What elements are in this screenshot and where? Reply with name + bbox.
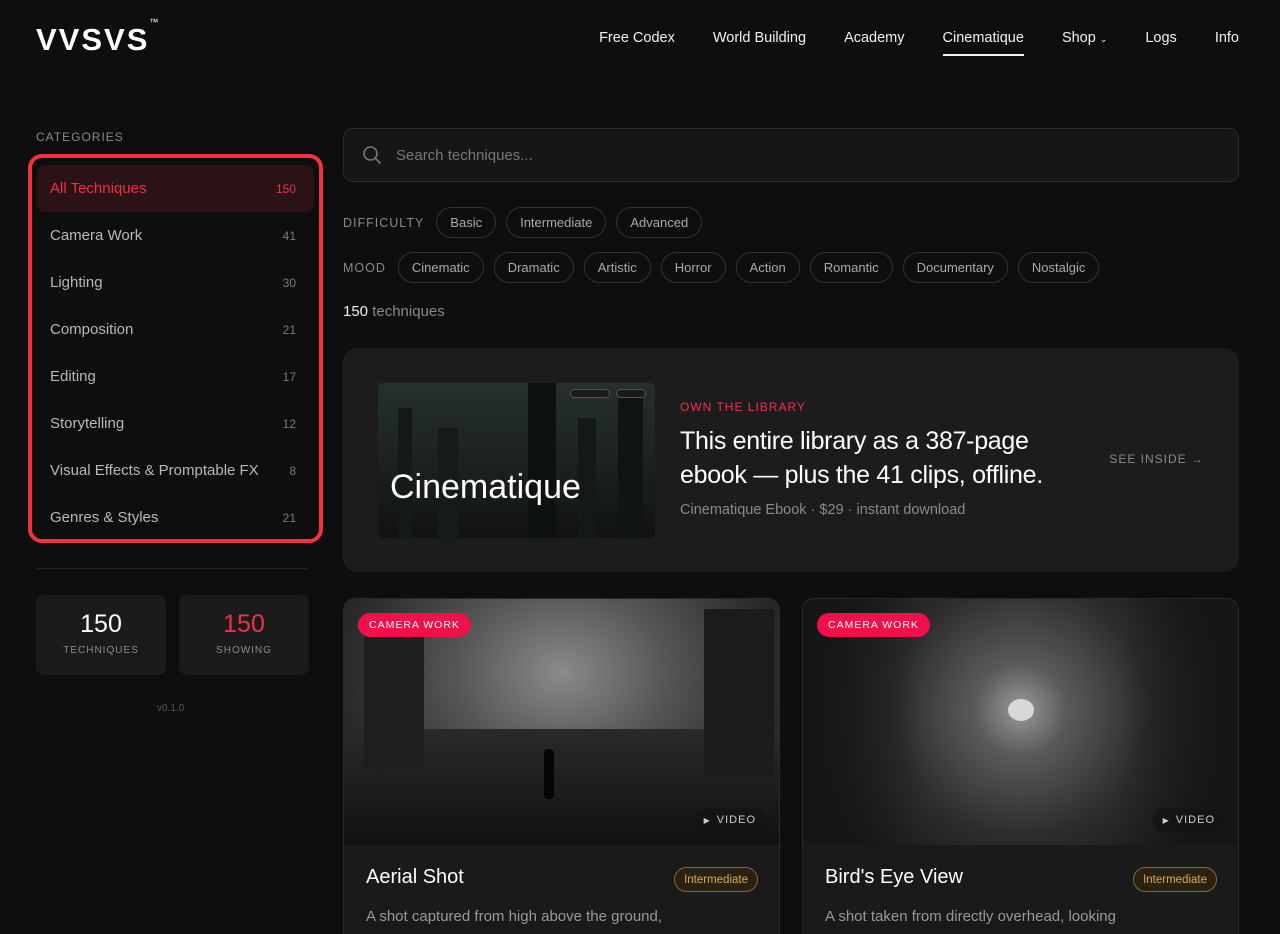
chevron-down-icon: ⌄ [1099,34,1108,44]
results-count: 150 techniques [343,303,445,320]
stat-techniques: 150 TECHNIQUES [36,595,166,675]
category-count: 8 [289,463,296,478]
difficulty-label: DIFFICULTY [343,215,425,230]
category-count: 21 [282,322,296,337]
level-badge: Intermediate [1133,867,1217,892]
category-count: 17 [282,369,296,384]
chip-action[interactable]: Action [735,252,800,283]
cover-pill [570,389,610,398]
category-lighting[interactable]: Lighting 30 [37,259,314,306]
chip-documentary[interactable]: Documentary [902,252,1008,283]
category-badge: CAMERA WORK [817,613,930,637]
ebook-cover-image: Cinematique [378,383,655,538]
chip-romantic[interactable]: Romantic [809,252,893,283]
ebook-cover-title: Cinematique [390,468,581,506]
stat-value: 150 [80,610,122,638]
card-title: Aerial Shot [366,866,464,888]
see-inside-link[interactable]: SEE INSIDE → [1109,452,1204,466]
stat-label: TECHNIQUES [63,645,139,656]
ebook-promo[interactable]: Cinematique OWN THE LIBRARY This entire … [343,348,1239,572]
category-label: Composition [50,321,134,338]
nav-world-building[interactable]: World Building [713,30,806,54]
stat-showing: 150 SHOWING [179,595,309,675]
play-icon: ▶ [1162,815,1170,825]
category-count: 150 [275,181,296,196]
card-title: Bird's Eye View [825,866,963,888]
category-count: 30 [282,275,296,290]
nav-academy[interactable]: Academy [844,30,904,54]
stat-label: SHOWING [216,645,272,656]
play-icon: ▶ [703,815,711,825]
header: VVSVS™ Free Codex World Building Academy… [0,0,1280,80]
nav-shop[interactable]: Shop ⌄ [1062,30,1107,54]
cover-pill [616,389,646,398]
card-description: A shot taken from directly overhead, loo… [825,908,1116,925]
nav-free-codex[interactable]: Free Codex [599,30,675,54]
version-label: v0.1.0 [157,703,185,714]
nav-info[interactable]: Info [1215,30,1239,54]
category-count: 21 [282,510,296,525]
category-label: Storytelling [50,415,125,432]
chip-basic[interactable]: Basic [436,207,497,238]
category-label: Editing [50,368,96,385]
search-icon [363,146,381,164]
technique-card-birds-eye-view[interactable]: CAMERA WORK ▶ VIDEO Bird's Eye View Inter… [802,598,1239,934]
category-all-techniques[interactable]: All Techniques 150 [37,165,314,212]
chip-nostalgic[interactable]: Nostalgic [1017,252,1100,283]
video-tag: ▶ VIDEO [1152,808,1225,832]
category-label: Camera Work [50,227,143,244]
category-count: 12 [282,416,296,431]
categories-heading: CATEGORIES [36,130,124,144]
chip-advanced[interactable]: Advanced [616,207,703,238]
level-badge: Intermediate [674,867,758,892]
nav-logs[interactable]: Logs [1145,30,1176,54]
main-nav: Free Codex World Building Academy Cinema… [599,30,1239,56]
category-list: All Techniques 150 Camera Work 41 Lighting… [28,154,323,543]
chip-artistic[interactable]: Artistic [583,252,651,283]
category-composition[interactable]: Composition 21 [37,306,314,353]
search-input[interactable] [396,146,1196,164]
chip-dramatic[interactable]: Dramatic [493,252,574,283]
category-label: Lighting [50,274,103,291]
video-tag: ▶ VIDEO [693,808,766,832]
category-label: All Techniques [50,180,147,197]
promo-meta: Cinematique Ebook · $29 · instant downlo… [680,502,966,518]
category-editing[interactable]: Editing 17 [37,353,314,400]
technique-card-aerial-shot[interactable]: CAMERA WORK ▶ VIDEO Aerial Shot Intermedi… [343,598,780,934]
mood-filter: MOOD Cinematic Dramatic Artistic Horror … [343,252,1109,283]
sidebar-divider [36,568,308,569]
category-genres-styles[interactable]: Genres & Styles 21 [37,494,314,541]
promo-eyebrow: OWN THE LIBRARY [680,400,806,414]
chip-horror[interactable]: Horror [660,252,726,283]
promo-headline: This entire library as a 387-page ebook … [680,427,1043,489]
category-label: Visual Effects & Promptable FX [50,462,259,479]
category-visual-effects[interactable]: Visual Effects & Promptable FX 8 [37,447,314,494]
search-bar [343,128,1239,182]
category-badge: CAMERA WORK [358,613,471,637]
nav-cinematique[interactable]: Cinematique [942,30,1025,56]
brand-logo[interactable]: VVSVS™ [36,17,158,55]
category-camera-work[interactable]: Camera Work 41 [37,212,314,259]
category-storytelling[interactable]: Storytelling 12 [37,400,314,447]
category-label: Genres & Styles [50,509,159,526]
chip-intermediate[interactable]: Intermediate [506,207,607,238]
difficulty-filter: DIFFICULTY Basic Intermediate Advanced [343,207,712,238]
stat-value: 150 [223,610,265,638]
card-description: A shot captured from high above the grou… [366,908,663,925]
chip-cinematic[interactable]: Cinematic [397,252,484,283]
mood-label: MOOD [343,260,386,275]
category-count: 41 [282,228,296,243]
